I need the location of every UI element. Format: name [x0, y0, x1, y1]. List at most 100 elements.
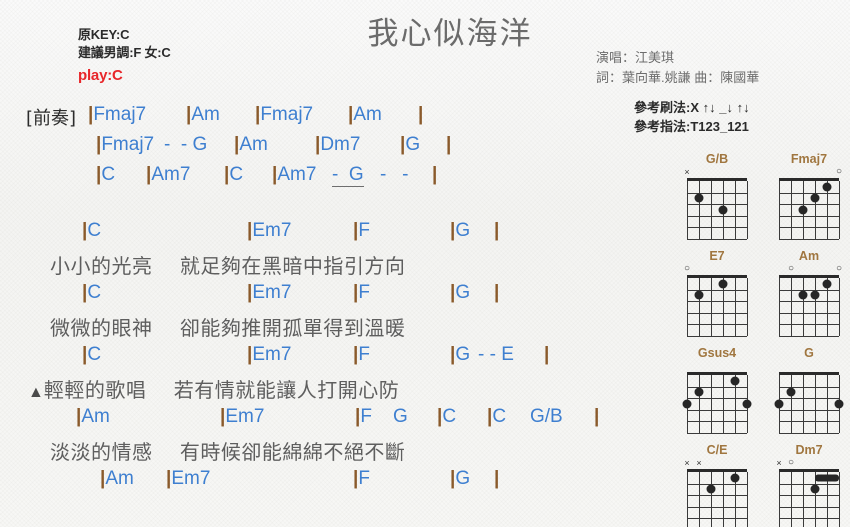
chord-token: |	[446, 134, 451, 156]
chord-token: |C	[437, 406, 456, 428]
chord-name: F	[358, 468, 370, 489]
suggested-key: 建議男調:F 女:C	[78, 45, 171, 61]
chord-name: G	[455, 220, 471, 241]
chord-lyric-sheet: [前奏] |Fmaj7 |Am |Fmaj7 |Am | |Fmaj7- - G |Am |Dm…	[0, 104, 660, 498]
open-string-icon: ○	[835, 166, 843, 177]
chord-name: F	[360, 406, 372, 427]
chord-token: |F	[353, 344, 370, 366]
writer-credit: 詞：葉向華.姚謙 曲：陳國華	[596, 70, 760, 86]
chord-name: - -	[380, 164, 409, 185]
chord-token: - - E	[478, 344, 514, 366]
chord-token: - G	[332, 164, 364, 187]
chord-token: |	[432, 164, 437, 186]
chord-name: Em7	[252, 220, 292, 241]
muted-string-icon: ×	[684, 458, 690, 468]
finger-dot	[810, 290, 820, 300]
finger-dot	[706, 484, 716, 494]
chord-name: - G	[332, 164, 364, 187]
bar-separator: |	[446, 134, 452, 155]
lyric-text: 輕輕的歌唱 若有情就能讓人打開心防	[43, 378, 400, 402]
muted-string-icon: ×	[696, 458, 702, 468]
chord-token: |C	[224, 164, 243, 186]
chord-name: Am	[353, 104, 382, 125]
chord-name: C	[87, 220, 102, 241]
chord-token: |C	[82, 220, 101, 242]
fretboard-grid	[687, 275, 748, 337]
chord-token: |C	[82, 344, 101, 366]
section-marker-triangle-icon: ▲	[28, 384, 44, 401]
chord-name: Fmaj7	[93, 104, 147, 125]
chord-line: |Am |Em7 |F |G |	[0, 468, 660, 498]
chord-name: Am	[81, 406, 110, 427]
chord-line: |C |Em7 |F |G |	[0, 220, 660, 250]
chord-token: |Em7	[247, 220, 291, 242]
chord-name: Em7	[252, 282, 292, 303]
chord-token: |C	[82, 282, 101, 304]
fretboard-grid	[774, 372, 844, 434]
chord-token: |F	[355, 406, 372, 428]
bar-separator: |	[494, 468, 500, 489]
chord-token: |C	[96, 164, 115, 186]
barre-bar	[815, 474, 839, 482]
chord-name: Fmaj7	[260, 104, 314, 125]
finger-dot	[822, 182, 832, 192]
chord-token: |G	[450, 344, 470, 366]
finger-dot	[718, 205, 728, 215]
lyric-text: 小小的光亮 就足夠在黑暗中指引方向	[50, 254, 406, 278]
chord-name: C	[87, 282, 102, 303]
chord-token: |	[594, 406, 599, 428]
finger-dot	[694, 193, 704, 203]
chord-name: Am7	[277, 164, 317, 185]
lyric-text: 微微的眼神 卻能夠推開孤單得到溫暖	[50, 316, 406, 340]
chord-token: |G	[450, 220, 470, 242]
lyric-line: 淡淡的情感 有時候卻能綿綿不絕不斷	[0, 436, 660, 468]
chord-token: |	[544, 344, 549, 366]
chord-name: F	[358, 282, 370, 303]
open-string-icon: ○	[683, 263, 691, 274]
chord-name: - - E	[478, 344, 514, 365]
chord-name: Em7	[252, 344, 292, 365]
finger-dot	[730, 473, 740, 483]
chord-line: |Am |Em7 |F G |C |C G/B |	[0, 406, 660, 436]
chord-token: |Am7	[146, 164, 190, 186]
chord-diagram-label: G/B	[705, 152, 729, 166]
chord-open-mute-markers: ○ ○	[768, 264, 850, 275]
fretboard-grid	[779, 178, 840, 240]
chord-name: C	[101, 164, 116, 185]
credits: 演唱：江美琪 詞：葉向華.姚謙 曲：陳國華	[596, 48, 759, 88]
lyric-line: 小小的光亮 就足夠在黑暗中指引方向	[0, 250, 660, 282]
chord-token: |	[418, 104, 423, 126]
chord-token: |Am	[100, 468, 134, 490]
finger-dot	[682, 399, 692, 409]
fretboard-grid	[779, 275, 840, 337]
lyric-line: 微微的眼神 卻能夠推開孤單得到溫暖	[0, 312, 660, 344]
chord-name: Dm7	[320, 134, 361, 155]
chord-token: |Fmaj7	[255, 104, 313, 126]
chord-token: |F	[353, 282, 370, 304]
chord-name: C	[229, 164, 244, 185]
lyric-text: 淡淡的情感 有時候卻能綿綿不絕不斷	[50, 440, 406, 464]
chord-token: |G	[450, 468, 470, 490]
chord-token: |Fmaj7	[88, 104, 146, 126]
chord-diagram: Dm7 × ○	[768, 443, 850, 527]
lyric-line: ▲輕輕的歌唱 若有情就能讓人打開心防	[0, 374, 660, 406]
chord-name: G	[455, 468, 471, 489]
section-label: [前奏]	[26, 108, 77, 129]
muted-string-icon: ×	[776, 458, 782, 468]
bar-separator: |	[594, 406, 600, 427]
finger-dot	[798, 205, 808, 215]
chord-open-mute-markers: ○	[768, 167, 850, 178]
chord-name: Am	[191, 104, 220, 125]
chord-name: G	[405, 134, 421, 155]
chord-token: - -	[380, 164, 409, 186]
chord-name: Am7	[151, 164, 191, 185]
chord-line: |C |Em7 |F |G - - E |	[0, 344, 660, 374]
fretboard-grid	[682, 372, 752, 434]
finger-dot	[834, 399, 844, 409]
chord-line: |C |Em7 |F |G |	[0, 282, 660, 312]
chord-token: |Am	[76, 406, 110, 428]
bar-separator: |	[432, 164, 438, 185]
fretboard-grid	[779, 469, 840, 527]
chord-token: |Em7	[166, 468, 210, 490]
chord-token: |	[494, 468, 499, 490]
